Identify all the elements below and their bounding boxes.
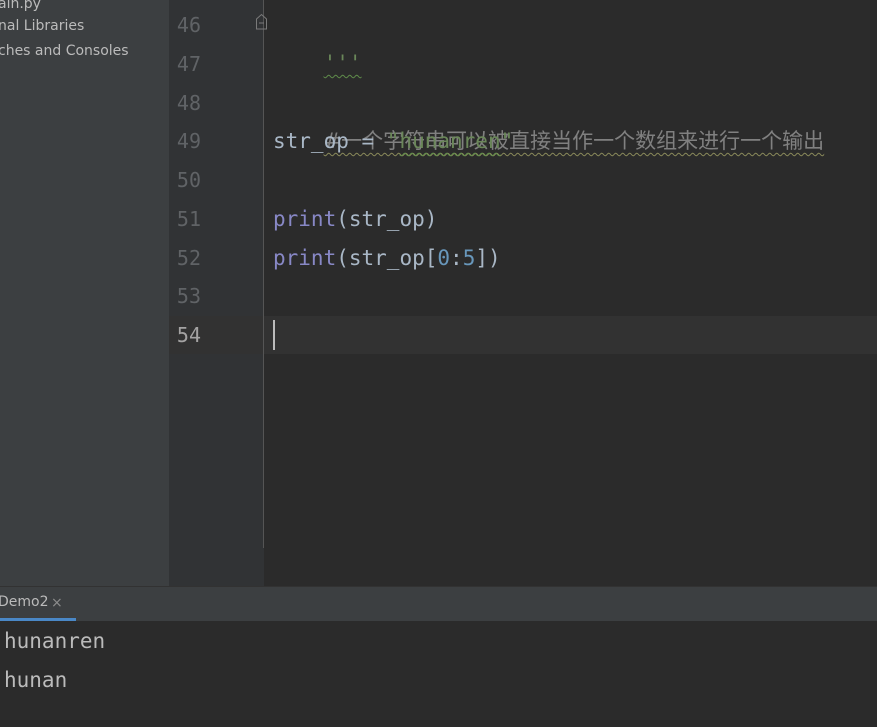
argument: str_op[ — [348, 246, 438, 270]
tree-item-main-py[interactable]: ain.py — [0, 0, 41, 15]
tree-item-scratches-and-consoles[interactable]: ches and Consoles — [0, 40, 129, 62]
code-line-52: print(str_op[0:5]) — [273, 239, 501, 277]
slice-start: 0 — [437, 246, 451, 270]
console-output-line: hunanren — [4, 629, 106, 653]
assign-operator: = — [348, 129, 387, 153]
paren-close: ]) — [475, 246, 501, 270]
code-line-46: ''' — [273, 6, 362, 75]
builtin-print: print — [273, 207, 337, 231]
editor-bottom-area — [169, 548, 877, 586]
paren-open: ( — [336, 246, 349, 270]
run-tool-window-header: Demo2 × — [0, 586, 877, 622]
gutter-pad — [169, 548, 264, 586]
line-number: 47 — [176, 52, 201, 76]
code-line-48: #一个字符串可以被直接当作一个数组来进行一个输出 — [273, 84, 825, 153]
code-line-49: str_op = "hunanren" — [273, 122, 513, 160]
current-line-number: 54 — [176, 323, 201, 347]
project-tree-panel: ain.py nal Libraries ches and Consoles — [0, 0, 169, 586]
line-number: 46 — [176, 13, 201, 37]
run-tab[interactable]: Demo2 × — [0, 587, 76, 621]
code-line-51: print(str_op) — [273, 200, 437, 238]
paren-close: ) — [424, 207, 438, 231]
close-icon[interactable]: × — [51, 595, 63, 611]
line-number: 52 — [176, 246, 201, 270]
text-cursor — [273, 320, 275, 350]
current-line-highlight — [169, 316, 877, 354]
tree-item-external-libraries[interactable]: nal Libraries — [0, 15, 84, 37]
fold-marker-icon[interactable] — [255, 13, 268, 30]
line-number: 51 — [176, 207, 201, 231]
docstring-delimiter: ''' — [323, 51, 362, 75]
slice-colon: : — [450, 246, 463, 270]
builtin-print: print — [273, 246, 337, 270]
run-tab-label: Demo2 — [0, 594, 49, 610]
line-number: 49 — [176, 129, 201, 153]
console-output-line: hunan — [4, 668, 68, 692]
line-number: 48 — [176, 91, 201, 115]
paren-open: ( — [336, 207, 349, 231]
slice-end: 5 — [462, 246, 476, 270]
line-number: 53 — [176, 284, 201, 308]
string-literal: "hunanren" — [386, 129, 514, 153]
string-literal-text: hunanren — [399, 129, 501, 153]
variable-name: str_op — [273, 129, 349, 153]
code-editor[interactable]: 46 47 48 49 50 51 52 53 54 ''' #一个字符串可以被… — [169, 0, 877, 548]
argument: str_op — [348, 207, 425, 231]
run-console[interactable]: hunanren hunan — [0, 621, 877, 727]
line-number: 50 — [176, 168, 201, 192]
gutter-divider — [263, 0, 264, 548]
